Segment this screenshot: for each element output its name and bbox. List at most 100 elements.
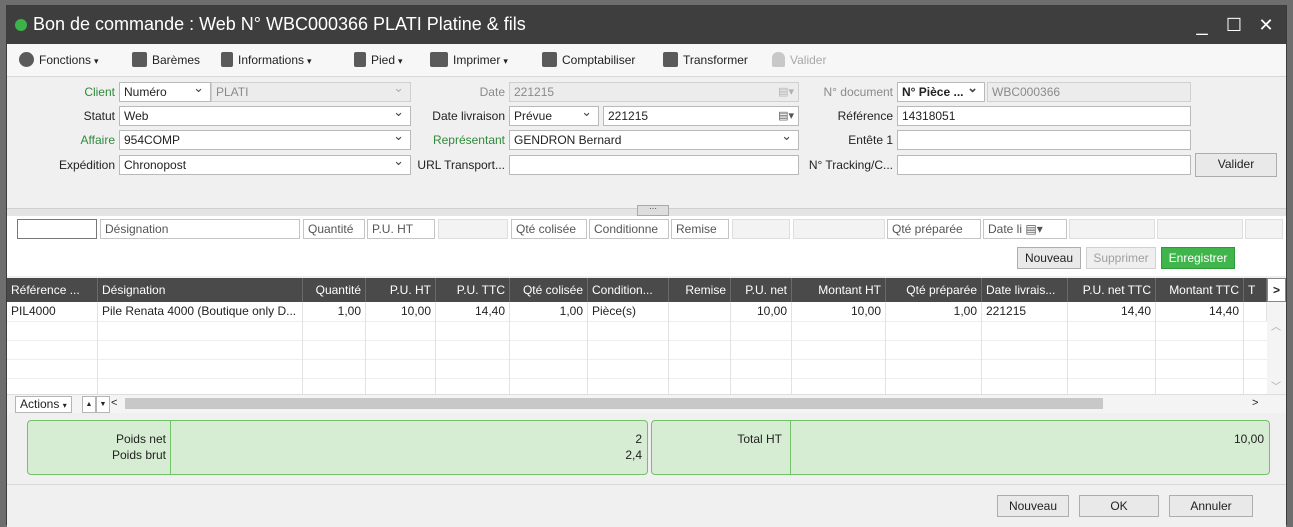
total-ht-value: 10,00 bbox=[1233, 432, 1264, 446]
col-quantite[interactable]: Quantité bbox=[303, 278, 366, 302]
valider-button[interactable]: Valider bbox=[1195, 153, 1277, 177]
col-extra[interactable]: T bbox=[1244, 278, 1267, 302]
client-field[interactable]: PLATI bbox=[211, 82, 411, 102]
tracking-field[interactable] bbox=[897, 155, 1191, 175]
scroll-right-button[interactable]: > bbox=[1252, 396, 1262, 411]
col-montant-ttc[interactable]: Montant TTC bbox=[1156, 278, 1244, 302]
cell-empty bbox=[886, 340, 982, 359]
ok-button[interactable]: OK bbox=[1079, 495, 1159, 517]
cell-empty bbox=[731, 359, 792, 378]
row-down-button[interactable]: ▼ bbox=[96, 396, 110, 413]
informations-menu[interactable]: Informations ▾ bbox=[221, 51, 312, 69]
poids-net-label: Poids net bbox=[115, 432, 166, 446]
toolbar: Fonctions ▾ Barèmes Informations ▾ Pied ▾ I… bbox=[7, 44, 1286, 77]
footer-icon bbox=[354, 52, 366, 67]
quantite-input[interactable]: Quantité bbox=[303, 219, 365, 239]
col-remise[interactable]: Remise bbox=[669, 278, 731, 302]
baremes-label: Barèmes bbox=[152, 53, 201, 67]
minimize-button[interactable]: _ bbox=[1187, 10, 1217, 40]
actions-menu[interactable]: Actions ▾ bbox=[15, 396, 72, 413]
horizontal-scrollbar-thumb[interactable] bbox=[125, 398, 1103, 409]
col-reference[interactable]: Référence ... bbox=[7, 278, 98, 302]
cell-empty bbox=[98, 340, 303, 359]
imprimer-menu[interactable]: Imprimer ▾ bbox=[430, 51, 508, 69]
remise-input[interactable]: Remise bbox=[671, 219, 729, 239]
poids-brut-label: Poids brut bbox=[111, 448, 166, 462]
valider-toolbar-button[interactable]: Valider bbox=[772, 51, 826, 69]
imprimer-label: Imprimer bbox=[453, 53, 501, 67]
col-pu-ht[interactable]: P.U. HT bbox=[366, 278, 436, 302]
table-row-empty bbox=[7, 321, 1267, 341]
comptabiliser-button[interactable]: Comptabiliser bbox=[542, 51, 635, 69]
client-type-select[interactable]: Numéro bbox=[119, 82, 211, 102]
cell-empty bbox=[510, 359, 588, 378]
scroll-up-icon[interactable]: ︿ bbox=[1271, 318, 1281, 333]
col-pu-ttc[interactable]: P.U. TTC bbox=[436, 278, 510, 302]
date-livraison-input[interactable]: Date li ▤▾ bbox=[983, 219, 1067, 239]
url-transport-field[interactable] bbox=[509, 155, 799, 175]
line-nouveau-button[interactable]: Nouveau bbox=[1017, 247, 1081, 269]
entete-field[interactable] bbox=[897, 130, 1191, 150]
col-conditionnement[interactable]: Condition... bbox=[588, 278, 669, 302]
col-date-livraison[interactable]: Date livrais... bbox=[982, 278, 1068, 302]
line-enregistrer-button[interactable]: Enregistrer bbox=[1161, 247, 1235, 269]
transformer-button[interactable]: Transformer bbox=[663, 51, 748, 69]
n-document-type-select[interactable]: N° Pièce ... bbox=[897, 82, 985, 102]
date-label: Date bbox=[479, 85, 505, 99]
scroll-down-icon[interactable]: ﹀ bbox=[1271, 378, 1281, 393]
affaire-select[interactable]: 954COMP bbox=[119, 130, 411, 150]
qte-colisee-input[interactable]: Qté colisée bbox=[511, 219, 587, 239]
col-qte-colisee[interactable]: Qté colisée bbox=[510, 278, 588, 302]
designation-input[interactable]: Désignation bbox=[100, 219, 300, 239]
tracking-label: N° Tracking/C... bbox=[808, 158, 893, 172]
total-ht-label: Total HT bbox=[737, 432, 782, 446]
scroll-columns-right-button[interactable]: > bbox=[1267, 278, 1286, 302]
pied-menu[interactable]: Pied ▾ bbox=[354, 51, 403, 69]
row-up-button[interactable]: ▲ bbox=[82, 396, 96, 413]
representant-select[interactable]: GENDRON Bernard bbox=[509, 130, 799, 150]
close-button[interactable]: ✕ bbox=[1251, 10, 1281, 40]
maximize-button[interactable]: ☐ bbox=[1219, 10, 1249, 40]
cell-pu-ttc: 14,40 bbox=[436, 302, 510, 321]
annuler-button[interactable]: Annuler bbox=[1169, 495, 1253, 517]
table-row[interactable]: PIL4000 Pile Renata 4000 (Boutique only … bbox=[7, 302, 1267, 322]
cell-conditionnement: Pièce(s) bbox=[588, 302, 669, 321]
chevron-down-icon: ▾ bbox=[398, 56, 403, 66]
line-supprimer-button[interactable]: Supprimer bbox=[1086, 247, 1156, 269]
col-pu-net[interactable]: P.U. net bbox=[731, 278, 792, 302]
n-document-field[interactable]: WBC000366 bbox=[987, 82, 1191, 102]
line-action-bar: Nouveau Supprimer Enregistrer bbox=[7, 242, 1286, 276]
cell-empty bbox=[588, 378, 669, 394]
date-field[interactable]: 221215 bbox=[509, 82, 799, 102]
scroll-left-button[interactable]: < bbox=[111, 396, 121, 411]
col-designation[interactable]: Désignation bbox=[98, 278, 303, 302]
col-pu-net-ttc[interactable]: P.U. net TTC bbox=[1068, 278, 1156, 302]
fonctions-menu[interactable]: Fonctions ▾ bbox=[19, 51, 99, 69]
reference-field[interactable]: 14318051 bbox=[897, 106, 1191, 126]
expedition-select[interactable]: Chronopost bbox=[119, 155, 411, 175]
footer-bar: Nouveau OK Annuler bbox=[7, 484, 1286, 527]
qte-preparee-input[interactable]: Qté préparée bbox=[887, 219, 981, 239]
grid-vertical-scrollbar[interactable]: > ︿ ﹀ bbox=[1267, 278, 1286, 394]
informations-label: Informations bbox=[238, 53, 305, 67]
nouveau-button[interactable]: Nouveau bbox=[997, 495, 1069, 517]
pu-net-input bbox=[732, 219, 790, 239]
extra-input bbox=[1245, 219, 1283, 239]
splitter-handle[interactable]: ⋯ bbox=[637, 205, 669, 216]
conditionnement-input[interactable]: Conditionne bbox=[589, 219, 669, 239]
weight-panel: Poids net Poids brut 2 2,4 bbox=[27, 420, 648, 475]
baremes-button[interactable]: Barèmes bbox=[132, 51, 200, 69]
reference-input[interactable] bbox=[17, 219, 97, 239]
cell-empty bbox=[303, 340, 366, 359]
cell-empty bbox=[982, 359, 1068, 378]
gear-icon bbox=[19, 52, 34, 67]
date-livraison-type-select[interactable]: Prévue bbox=[509, 106, 599, 126]
pu-ht-input[interactable]: P.U. HT bbox=[367, 219, 435, 239]
cell-empty bbox=[792, 321, 886, 340]
statut-select[interactable]: Web bbox=[119, 106, 411, 126]
date-livraison-field[interactable]: 221215 bbox=[603, 106, 799, 126]
col-montant-ht[interactable]: Montant HT bbox=[792, 278, 886, 302]
col-qte-preparee[interactable]: Qté préparée bbox=[886, 278, 982, 302]
table-row-empty bbox=[7, 359, 1267, 379]
cell-empty bbox=[1068, 321, 1156, 340]
